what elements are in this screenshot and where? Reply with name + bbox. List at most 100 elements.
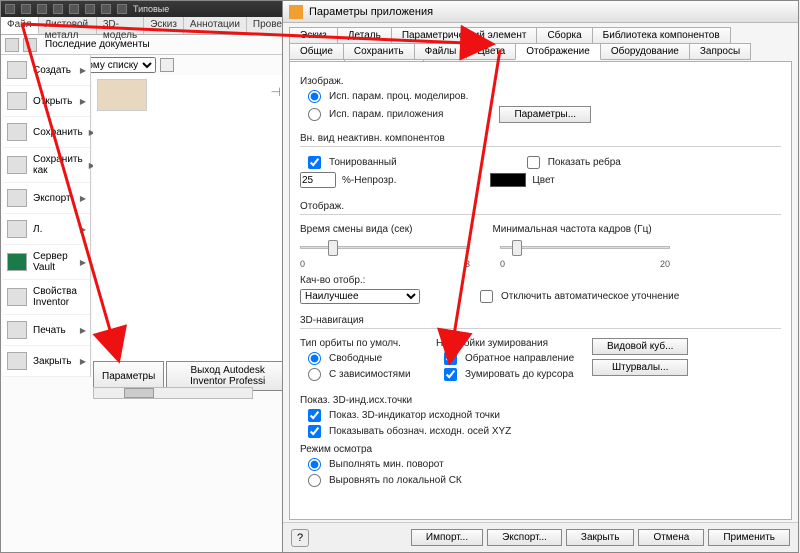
- recent-docs-label: Последние документы: [45, 39, 150, 50]
- tab-parametric[interactable]: Параметрический элемент: [391, 27, 538, 44]
- new-icon[interactable]: [23, 38, 37, 52]
- chk-auto-refine[interactable]: [480, 290, 493, 303]
- qa-icon[interactable]: [101, 4, 111, 14]
- tab-display[interactable]: Отображение: [515, 43, 601, 60]
- tab-3d-model[interactable]: 3D-модель: [97, 17, 144, 34]
- tab-assembly[interactable]: Сборка: [536, 27, 592, 44]
- group-appearance: Изображ.: [300, 76, 781, 87]
- chevron-right-icon: ▶: [80, 194, 86, 203]
- chk-show-edges[interactable]: [527, 156, 540, 169]
- group-inactive: Вн. вид неактивн. компонентов: [300, 133, 781, 144]
- scroll-thumb[interactable]: [124, 388, 154, 398]
- slider-view-time[interactable]: [300, 238, 470, 256]
- props-icon: [7, 288, 27, 306]
- chk-show-axes[interactable]: [308, 425, 321, 438]
- qa-icon[interactable]: [37, 4, 47, 14]
- color-swatch[interactable]: [490, 173, 526, 187]
- app-icon: [5, 4, 15, 14]
- tab-hardware[interactable]: Оборудование: [600, 43, 690, 60]
- tab-files[interactable]: Файлы: [414, 43, 468, 60]
- menu-properties[interactable]: Свойства Inventor: [3, 280, 90, 315]
- tab-part[interactable]: Деталь: [337, 27, 392, 44]
- qa-icon[interactable]: [85, 4, 95, 14]
- radio-orbit-free[interactable]: [308, 352, 321, 365]
- tab-general[interactable]: Общие: [289, 43, 344, 60]
- menu-save-as[interactable]: Сохранить как▶: [3, 148, 90, 183]
- dialog-title-bar: Параметры приложения: [283, 1, 798, 23]
- open-icon[interactable]: [5, 38, 19, 52]
- app-window: Типовые Файл Листовой металл 3D-модель Э…: [0, 0, 290, 553]
- menu-export[interactable]: Экспорт▶: [3, 183, 90, 214]
- chevron-right-icon: ▶: [80, 66, 86, 75]
- wheels-button[interactable]: Штурвалы...: [592, 359, 688, 376]
- params-button[interactable]: Параметры...: [499, 106, 591, 123]
- radio-use-app-params[interactable]: [308, 108, 321, 121]
- vault-icon: [7, 253, 27, 271]
- import-button[interactable]: Импорт...: [411, 529, 483, 546]
- tab-sketch[interactable]: Эскиз: [289, 27, 338, 44]
- chk-zoom-cursor[interactable]: [444, 368, 457, 381]
- doc-icon: [7, 220, 27, 238]
- recent-docs-list: ⊣: [93, 75, 287, 375]
- tab-sketch[interactable]: Эскиз: [144, 17, 184, 34]
- quality-select[interactable]: Наилучшее: [300, 289, 420, 304]
- h-scrollbar[interactable]: [93, 387, 253, 399]
- new-icon: [7, 61, 27, 79]
- group-origin: Показ. 3D-инд.исх.точки: [300, 395, 781, 406]
- menu-new[interactable]: Создать▶: [3, 55, 90, 86]
- close-icon: [7, 352, 27, 370]
- dialog-footer: ? Импорт... Экспорт... Закрыть Отмена Пр…: [283, 522, 798, 552]
- group-view-mode: Режим осмотра: [300, 444, 781, 455]
- group-3d-nav: 3D-навигация: [300, 315, 781, 326]
- pin-toggle-icon[interactable]: [160, 58, 174, 72]
- chevron-right-icon: ▶: [80, 357, 86, 366]
- menu-l[interactable]: Л.▶: [3, 214, 90, 245]
- menu-open[interactable]: Открыть▶: [3, 86, 90, 117]
- open-icon: [7, 92, 27, 110]
- chevron-right-icon: ▶: [80, 97, 86, 106]
- chevron-right-icon: ▶: [80, 258, 86, 267]
- recent-docs-header: Последние документы: [45, 39, 150, 50]
- export-icon: [7, 189, 27, 207]
- save-as-icon: [7, 156, 27, 174]
- apply-button[interactable]: Применить: [708, 529, 790, 546]
- export-button[interactable]: Экспорт...: [487, 529, 562, 546]
- qa-icon[interactable]: [117, 4, 127, 14]
- tab-colors[interactable]: Цвета: [466, 43, 516, 60]
- doc-thumb[interactable]: [97, 79, 147, 111]
- chk-toned[interactable]: [308, 156, 321, 169]
- radio-orbit-dep[interactable]: [308, 368, 321, 381]
- qa-icon[interactable]: [21, 4, 31, 14]
- help-icon[interactable]: ?: [291, 529, 309, 547]
- chevron-right-icon: ▶: [80, 225, 86, 234]
- menu-print[interactable]: Печать▶: [3, 315, 90, 346]
- tab-content-lib[interactable]: Библиотека компонентов: [592, 27, 731, 44]
- qa-icon[interactable]: [53, 4, 63, 14]
- tab-file[interactable]: Файл: [1, 17, 39, 34]
- pin-icon[interactable]: ⊣: [271, 85, 281, 99]
- radio-local[interactable]: [308, 474, 321, 487]
- tab-save[interactable]: Сохранить: [343, 43, 415, 60]
- qa-icon[interactable]: [69, 4, 79, 14]
- slider-min-fps[interactable]: [500, 238, 670, 256]
- menu-vault[interactable]: Сервер Vault▶: [3, 245, 90, 280]
- options-dialog: Параметры приложения Эскиз Деталь Параме…: [282, 0, 799, 553]
- tab-prompts[interactable]: Запросы: [689, 43, 751, 60]
- cancel-button[interactable]: Отмена: [638, 529, 704, 546]
- chk-zoom-reverse[interactable]: [444, 352, 457, 365]
- tab-sheet-metal[interactable]: Листовой металл: [39, 17, 97, 34]
- viewcube-button[interactable]: Видовой куб...: [592, 338, 688, 355]
- ribbon-tabs: Файл Листовой металл 3D-модель Эскиз Анн…: [1, 17, 289, 35]
- group-display: Отображ.: [300, 201, 781, 212]
- menu-save[interactable]: Сохранить▶: [3, 117, 90, 148]
- radio-min-rot[interactable]: [308, 458, 321, 471]
- radio-use-model-params[interactable]: [308, 90, 321, 103]
- tab-annotations[interactable]: Аннотации: [184, 17, 247, 34]
- chevron-right-icon: ▶: [80, 326, 86, 335]
- print-icon: [7, 321, 27, 339]
- close-button[interactable]: Закрыть: [566, 529, 635, 546]
- save-icon: [7, 123, 27, 141]
- menu-close[interactable]: Закрыть▶: [3, 346, 90, 377]
- chk-show-origin[interactable]: [308, 409, 321, 422]
- opacity-input[interactable]: [300, 172, 336, 188]
